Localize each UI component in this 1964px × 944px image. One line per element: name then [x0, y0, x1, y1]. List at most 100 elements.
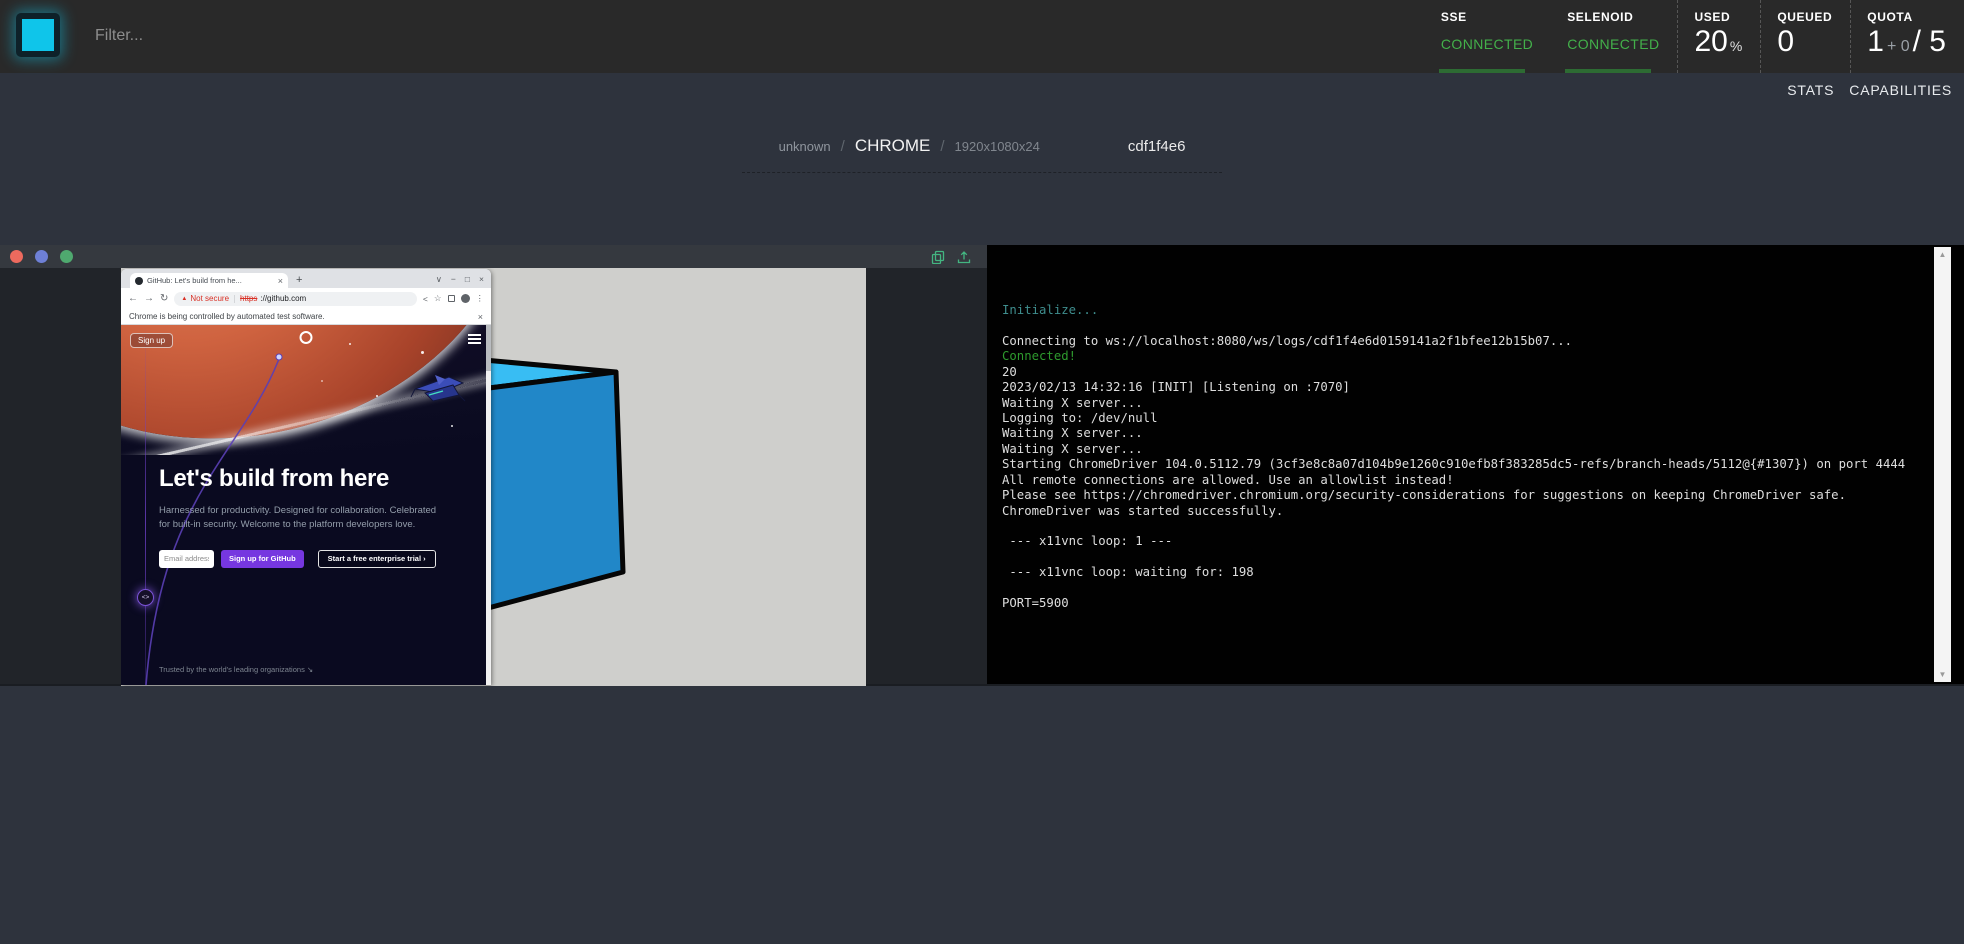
queued-label: QUEUED — [1777, 10, 1832, 24]
vnc-remote-screen[interactable]: GitHub: Let's build from he... × + ∨ − □… — [121, 268, 866, 686]
star-dot — [376, 395, 378, 397]
scroll-up-icon[interactable]: ▲ — [1934, 247, 1951, 262]
queued-block: QUEUED 0 — [1760, 0, 1850, 73]
window-controls: ∨ − □ × — [436, 274, 484, 285]
github-page: Sign up Let's build from here Harnessed … — [121, 325, 491, 685]
filter-input[interactable] — [95, 18, 515, 54]
log-line: PORT=5900 — [1002, 596, 1924, 611]
log-line: Waiting X server... — [1002, 426, 1924, 441]
vnc-header — [0, 245, 987, 268]
close-icon[interactable]: × — [479, 274, 484, 285]
log-line — [1002, 519, 1924, 534]
toolbar-actions: < ☆ ⋮ — [423, 293, 484, 304]
hero-heading: Let's build from here — [159, 465, 459, 493]
enterprise-trial-button[interactable]: Start a free enterprise trial › — [318, 550, 436, 568]
log-line: Initialize... — [1002, 303, 1924, 318]
tab-close-icon[interactable]: × — [278, 276, 283, 286]
copy-clipboard-icon[interactable] — [931, 250, 945, 264]
traffic-light-green-icon — [60, 250, 73, 263]
cta-row: Sign up for GitHub Start a free enterpri… — [159, 550, 459, 568]
separator: / — [841, 138, 845, 155]
selenoid-status-block: SELENOID CONNECTED — [1551, 0, 1677, 73]
top-bar: SSE CONNECTED SELENOID CONNECTED USED 20… — [0, 0, 1964, 73]
quota-pending: + 0 — [1887, 38, 1910, 55]
session-name: unknown — [779, 139, 831, 154]
log-line — [1002, 581, 1924, 596]
reload-icon[interactable]: ↻ — [160, 293, 168, 304]
session-row[interactable]: unknown / CHROME / 1920x1080x24 cdf1f4e6 — [742, 136, 1222, 173]
sse-status-value: CONNECTED — [1441, 36, 1533, 52]
log-line: --- x11vnc loop: 1 --- — [1002, 534, 1924, 549]
log-line — [1002, 550, 1924, 565]
traffic-light-red-icon — [10, 250, 23, 263]
tab-strip: GitHub: Let's build from he... × + ∨ − □… — [121, 269, 491, 288]
sse-status-underline — [1439, 69, 1525, 73]
reading-list-icon[interactable] — [448, 295, 455, 302]
github-signup-link[interactable]: Sign up — [130, 333, 173, 348]
browser-toolbar: ← → ↻ ▲ Not secure https ://github.com <… — [121, 288, 491, 309]
log-line — [1002, 319, 1924, 334]
used-value: 20% — [1694, 25, 1742, 59]
divider — [234, 295, 235, 303]
used-block: USED 20% — [1677, 0, 1760, 73]
browser-tab[interactable]: GitHub: Let's build from he... × — [130, 273, 288, 288]
traffic-light-blue-icon — [35, 250, 48, 263]
github-logo-icon[interactable] — [300, 331, 313, 344]
share-icon[interactable]: < — [423, 294, 428, 304]
url-protocol: https — [240, 294, 257, 303]
page-scrollbar-thumb[interactable] — [486, 325, 491, 371]
menu-chevron-icon[interactable]: ∨ — [436, 274, 442, 285]
log-line: 2023/02/13 14:32:16 [INIT] [Listening on… — [1002, 380, 1924, 395]
quota-value: 1+ 0/ 5 — [1867, 25, 1946, 59]
status-panel: SSE CONNECTED SELENOID CONNECTED USED 20… — [1425, 0, 1964, 73]
not-secure-label: Not secure — [190, 294, 229, 303]
infobar-close-icon[interactable]: × — [478, 312, 483, 322]
back-icon[interactable]: ← — [128, 293, 138, 304]
log-line: Waiting X server... — [1002, 442, 1924, 457]
log-line: 20 — [1002, 365, 1924, 380]
page-scrollbar[interactable] — [486, 325, 491, 685]
profile-avatar[interactable] — [461, 294, 470, 303]
selenoid-status-underline — [1565, 69, 1651, 73]
address-bar[interactable]: ▲ Not secure https ://github.com — [174, 292, 417, 306]
hero-subtext: Harnessed for productivity. Designed for… — [159, 504, 449, 533]
blue-cube-drawing — [471, 354, 636, 616]
log-line: All remote connections are allowed. Use … — [1002, 473, 1924, 488]
separator: / — [940, 138, 944, 155]
queued-value: 0 — [1777, 25, 1832, 59]
github-hero: Let's build from here Harnessed for prod… — [159, 465, 459, 568]
maximize-icon[interactable]: □ — [465, 274, 470, 285]
tab-capabilities[interactable]: CAPABILITIES — [1849, 82, 1952, 98]
email-field[interactable] — [159, 550, 214, 568]
log-scrollbar[interactable]: ▲ ▼ — [1934, 247, 1951, 682]
star-icon[interactable]: ☆ — [434, 293, 442, 304]
view-tabs: STATS CAPABILITIES — [1787, 82, 1952, 98]
vertical-glow-line — [145, 325, 146, 685]
vnc-panel: GitHub: Let's build from he... × + ∨ − □… — [0, 245, 987, 686]
new-tab-icon[interactable]: + — [296, 274, 302, 286]
log-line: Logging to: /dev/null — [1002, 411, 1924, 426]
spaceship-image — [409, 367, 467, 409]
used-unit: % — [1730, 38, 1742, 54]
code-icon: <> — [137, 589, 154, 606]
tab-stats[interactable]: STATS — [1787, 82, 1834, 98]
infobar-text: Chrome is being controlled by automated … — [129, 312, 325, 321]
log-line: Connecting to ws://localhost:8080/ws/log… — [1002, 334, 1924, 349]
selenoid-ui-logo[interactable] — [16, 13, 60, 57]
session-log-panel: Initialize... Connecting to ws://localho… — [987, 245, 1964, 686]
remote-chrome-window: GitHub: Let's build from he... × + ∨ − □… — [121, 269, 491, 685]
signup-for-github-button[interactable]: Sign up for GitHub — [221, 550, 304, 568]
scroll-down-icon[interactable]: ▼ — [1934, 667, 1951, 682]
log-line: Starting ChromeDriver 104.0.5112.79 (3cf… — [1002, 457, 1924, 472]
session-id: cdf1f4e6 — [1128, 138, 1186, 155]
log-line: ChromeDriver was started successfully. — [1002, 504, 1924, 519]
sse-label: SSE — [1441, 10, 1533, 24]
window-traffic-lights — [10, 250, 73, 263]
used-label: USED — [1694, 10, 1742, 24]
upload-icon[interactable] — [957, 250, 971, 264]
hamburger-menu-icon[interactable] — [468, 334, 481, 347]
kebab-menu-icon[interactable]: ⋮ — [476, 293, 485, 304]
star-dot — [349, 343, 351, 345]
minimize-icon[interactable]: − — [451, 274, 456, 285]
forward-icon[interactable]: → — [144, 293, 154, 304]
